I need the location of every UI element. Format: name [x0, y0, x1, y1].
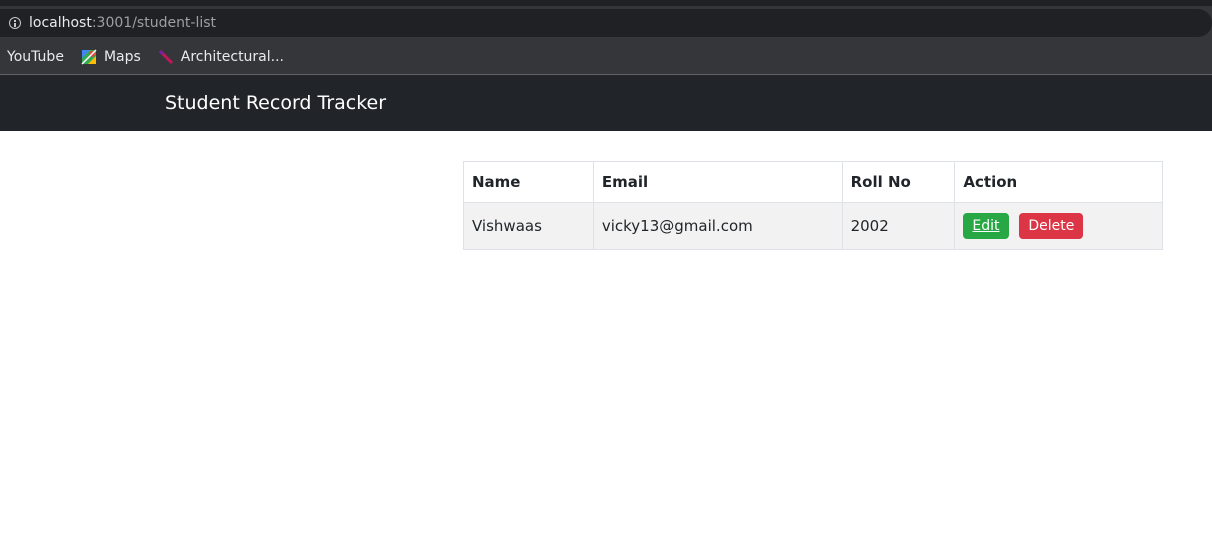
column-header-roll-no: Roll No — [841, 161, 956, 203]
bookmark-label: Architectural... — [180, 49, 285, 65]
navbar: Student Record Tracker — [0, 75, 1212, 131]
edit-button[interactable]: Edit — [963, 213, 1009, 239]
column-header-email: Email — [592, 161, 843, 203]
bookmark-maps[interactable]: Maps — [81, 49, 141, 65]
pencil-icon — [158, 49, 173, 65]
bookmarks-bar: YouTube Maps Architectural... — [0, 40, 1212, 75]
bookmark-architectural[interactable]: Architectural... — [158, 49, 284, 65]
maps-icon — [81, 49, 97, 65]
url-host: localhost — [29, 15, 92, 31]
info-icon[interactable] — [9, 17, 21, 29]
column-header-action: Action — [954, 161, 1163, 203]
student-table: Name Email Roll No Action Vishwaas vicky… — [463, 161, 1163, 250]
url-path: :3001/student-list — [91, 15, 217, 31]
cell-name: Vishwaas — [463, 202, 594, 250]
cell-email: vicky13@gmail.com — [592, 202, 843, 250]
bookmark-youtube[interactable]: YouTube — [7, 49, 64, 65]
table-header-row: Name Email Roll No Action — [463, 161, 1163, 203]
column-header-name: Name — [463, 161, 594, 203]
bookmark-label: Maps — [103, 49, 141, 65]
cell-roll-no: 2002 — [841, 202, 956, 250]
address-bar: localhost:3001/student-list — [0, 6, 1212, 40]
table-row: Vishwaas vicky13@gmail.com 2002 Edit Del… — [463, 202, 1163, 250]
navbar-brand[interactable]: Student Record Tracker — [165, 92, 386, 114]
cell-action: Edit Delete — [954, 202, 1163, 250]
url-field[interactable]: localhost:3001/student-list — [0, 9, 1212, 37]
delete-button[interactable]: Delete — [1019, 213, 1084, 239]
bookmark-label: YouTube — [7, 49, 64, 65]
